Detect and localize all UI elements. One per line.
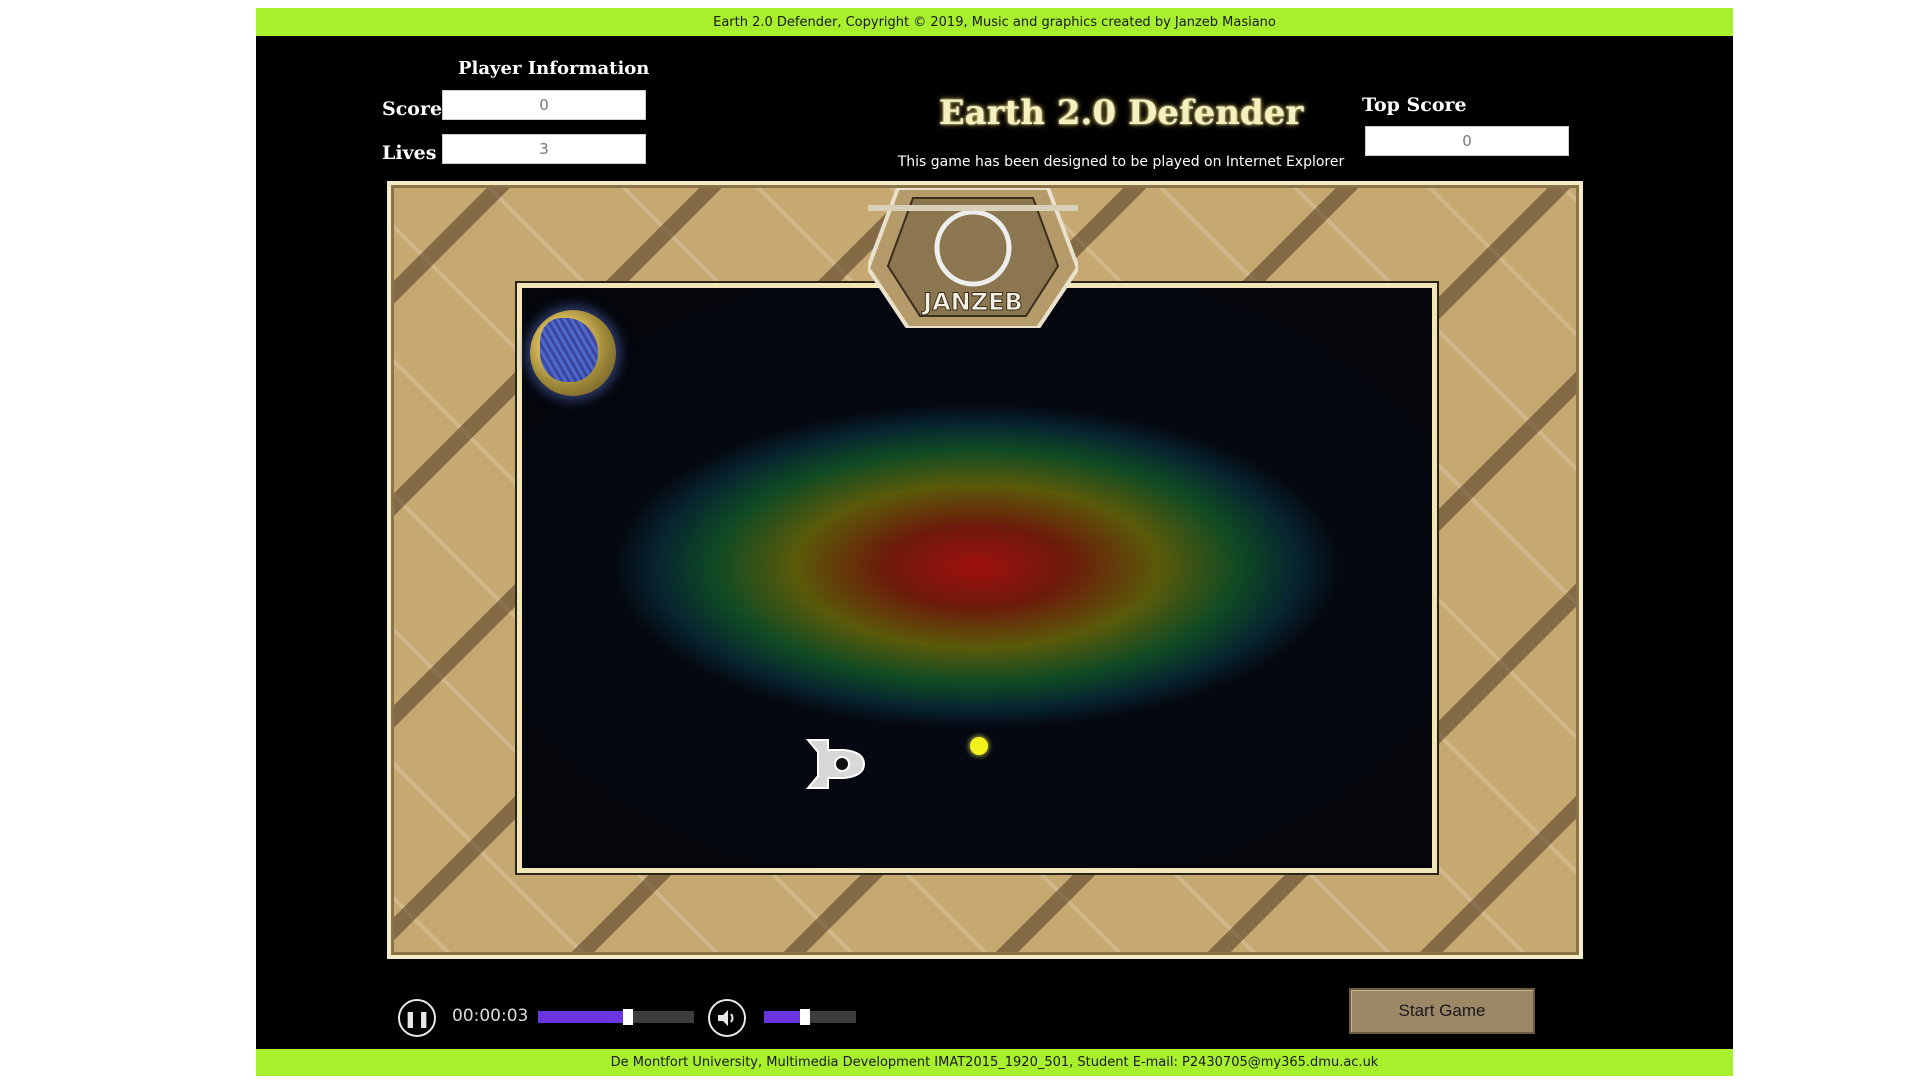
volume-handle[interactable]	[800, 1009, 811, 1025]
earth-planet-icon	[530, 310, 616, 396]
progress-handle[interactable]	[623, 1009, 634, 1025]
game-subtitle: This game has been designed to be played…	[897, 154, 1345, 170]
game-window: Earth 2.0 Defender, Copyright © 2019, Mu…	[256, 8, 1733, 1076]
copyright-text: Earth 2.0 Defender, Copyright © 2019, Mu…	[713, 14, 1276, 30]
elapsed-time: 00:00:03	[452, 1006, 529, 1026]
pause-icon: ❚❚	[403, 1008, 431, 1028]
janzeb-emblem-icon: JANZEB	[868, 188, 1078, 328]
lives-field: 3	[442, 134, 646, 164]
emblem-label: JANZEB	[921, 288, 1023, 316]
volume-button[interactable]	[708, 999, 746, 1037]
score-label: Score	[382, 98, 443, 120]
copyright-bar: Earth 2.0 Defender, Copyright © 2019, Mu…	[256, 8, 1733, 36]
game-canvas[interactable]	[517, 283, 1437, 873]
footer-bar: De Montfort University, Multimedia Devel…	[256, 1049, 1733, 1076]
volume-fill	[764, 1011, 806, 1023]
player-ship-icon	[805, 739, 866, 789]
lives-label: Lives	[382, 142, 437, 164]
start-game-button[interactable]: Start Game	[1349, 988, 1535, 1034]
projectile	[970, 737, 988, 755]
top-score-label: Top Score	[1362, 94, 1467, 116]
speaker-icon	[718, 1010, 734, 1026]
top-score-field: 0	[1365, 126, 1569, 156]
score-field: 0	[442, 90, 646, 120]
progress-fill	[538, 1011, 629, 1023]
player-info-heading: Player Information	[458, 58, 650, 79]
pause-button[interactable]: ❚❚	[398, 999, 436, 1037]
volume-slider[interactable]	[764, 1009, 856, 1025]
music-progress-slider[interactable]	[538, 1009, 694, 1025]
footer-text: De Montfort University, Multimedia Devel…	[610, 1055, 1379, 1070]
